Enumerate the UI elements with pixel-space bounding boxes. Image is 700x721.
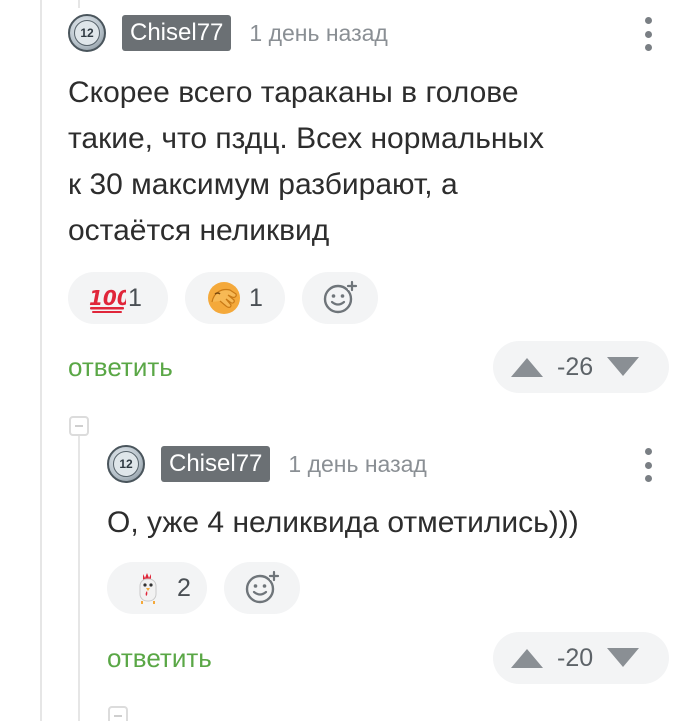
username[interactable]: Chisel77 <box>122 15 232 51</box>
avatar[interactable]: 12 <box>107 445 145 483</box>
comment-header: 12 Chisel77 1 день назад <box>107 445 427 483</box>
more-options-icon[interactable] <box>644 448 652 482</box>
upvote-icon[interactable] <box>509 646 545 670</box>
add-reaction-button[interactable] <box>224 562 300 614</box>
more-options-icon[interactable] <box>644 17 652 51</box>
comment-text: Скорее всего тараканы в голове такие, чт… <box>68 70 544 254</box>
rating-value: -26 <box>557 352 594 381</box>
avatar-badge: 12 <box>113 451 139 477</box>
comment-text-line: О, уже 4 неликвида отметились))) <box>107 506 579 539</box>
rating-value: -20 <box>557 643 594 672</box>
upvote-icon[interactable] <box>509 355 545 379</box>
svg-text:100: 100 <box>89 286 126 310</box>
downvote-icon[interactable] <box>605 355 641 379</box>
collapse-thread-toggle[interactable] <box>108 706 128 721</box>
comments-thread: 12 Chisel77 1 день назад Скорее всего та… <box>0 0 700 721</box>
reaction-hundred[interactable]: 100 1 <box>68 272 168 324</box>
avatar-badge: 12 <box>74 20 100 46</box>
comment-header: 12 Chisel77 1 день назад <box>68 14 388 52</box>
add-emoji-icon <box>323 280 358 314</box>
vote-box: -20 <box>493 632 669 684</box>
reaction-count: 2 <box>177 573 191 602</box>
facepalm-icon <box>205 279 243 317</box>
add-emoji-icon <box>245 570 280 604</box>
comment-text: О, уже 4 неликвида отметились))) <box>107 500 579 546</box>
vote-box: -26 <box>493 341 669 393</box>
comment-time: 1 день назад <box>249 19 388 46</box>
thread-guide-line <box>78 436 80 721</box>
comment-text-line: остаётся неликвид <box>68 214 330 247</box>
reaction-count: 1 <box>249 283 263 312</box>
comment-text-line: такие, что пздц. Всех нормальных <box>68 122 544 155</box>
add-reaction-button[interactable] <box>302 272 378 324</box>
reply-link[interactable]: ответить <box>107 643 212 674</box>
reaction-facepalm[interactable]: 1 <box>185 272 285 324</box>
comment-text-line: к 30 максимум разбирают, а <box>68 168 458 201</box>
avatar[interactable]: 12 <box>68 14 106 52</box>
comment-text-line: Скорее всего тараканы в голове <box>68 76 519 109</box>
reaction-chicken[interactable]: 2 <box>107 562 207 614</box>
thread-guide-line <box>40 0 42 721</box>
username[interactable]: Chisel77 <box>161 446 271 482</box>
comment-time: 1 день назад <box>288 450 427 477</box>
hundred-points-icon: 100 <box>88 279 126 317</box>
downvote-icon[interactable] <box>605 646 641 670</box>
thread-guide-line <box>78 0 80 8</box>
reply-link[interactable]: ответить <box>68 352 173 383</box>
reaction-count: 1 <box>128 283 142 312</box>
collapse-thread-toggle[interactable] <box>69 416 89 436</box>
chicken-icon <box>129 569 167 607</box>
